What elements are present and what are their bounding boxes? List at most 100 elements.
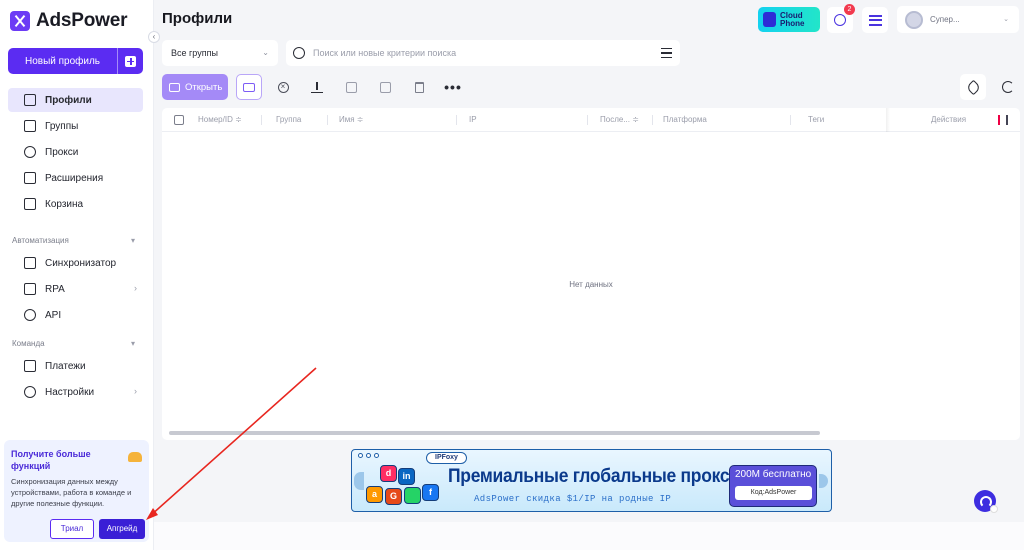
sidebar-item-label: Группы bbox=[45, 120, 79, 132]
select-all-checkbox[interactable] bbox=[174, 115, 184, 125]
app-icons: d in a G f bbox=[362, 462, 442, 510]
offer-box: 200М бесплатно Код:AdsPower bbox=[729, 465, 817, 507]
move-group-button[interactable] bbox=[338, 74, 364, 100]
sidebar-item-groups[interactable]: Группы bbox=[8, 114, 143, 138]
group-select-value: Все группы bbox=[171, 48, 218, 58]
window-icon bbox=[243, 82, 255, 92]
move-icon bbox=[345, 81, 357, 93]
upgrade-promo: Получите больше функций Синхронизация да… bbox=[4, 440, 149, 542]
sidebar-item-rpa[interactable]: RPA › bbox=[8, 277, 143, 301]
col-actions: Действия bbox=[931, 115, 967, 124]
offer-code: Код:AdsPower bbox=[735, 486, 812, 500]
browser-icon bbox=[169, 82, 180, 92]
collapse-sidebar-button[interactable]: ‹ bbox=[148, 31, 160, 43]
sidebar-item-label: Платежи bbox=[45, 360, 86, 372]
col-tags[interactable]: Теги bbox=[808, 108, 824, 132]
sidebar-item-settings[interactable]: Настройки › bbox=[8, 380, 143, 404]
payment-icon bbox=[24, 360, 36, 372]
more-icon: ••• bbox=[444, 79, 462, 95]
chevron-down-icon[interactable]: ▾ bbox=[131, 236, 135, 245]
search-input[interactable] bbox=[313, 48, 643, 58]
add-profile-icon[interactable] bbox=[118, 48, 143, 74]
delete-button[interactable] bbox=[406, 74, 432, 100]
chevron-down-icon: ⌄ bbox=[262, 48, 269, 57]
profiles-table: Номер/ID ≑ Группа Имя ≑ IP После... ≑ Пл… bbox=[162, 108, 1020, 440]
refresh-icon bbox=[1002, 81, 1014, 93]
sidebar-item-label: Профили bbox=[45, 94, 92, 106]
upgrade-button[interactable]: Апгрейд bbox=[99, 519, 145, 539]
phone-icon bbox=[763, 12, 776, 27]
footer-bar bbox=[154, 522, 1024, 550]
avatar bbox=[905, 10, 923, 29]
promo-text: Синхронизация данных между устройствами,… bbox=[11, 477, 132, 508]
user-menu[interactable]: Супер... ⌄ bbox=[897, 6, 1019, 33]
support-status-icon bbox=[990, 505, 998, 513]
robot-icon bbox=[24, 283, 36, 295]
sidebar-item-api[interactable]: API bbox=[8, 303, 143, 327]
divider bbox=[261, 115, 262, 125]
section-automation[interactable]: Автоматизация bbox=[12, 236, 69, 245]
tiktok-icon: d bbox=[380, 465, 397, 482]
promo-banner[interactable]: IPFoxy d in a G f Премиальные глобальные… bbox=[351, 449, 832, 512]
trash-icon bbox=[24, 198, 36, 210]
divider bbox=[327, 115, 328, 125]
search-bar[interactable] bbox=[286, 40, 680, 66]
col-name[interactable]: Имя ≑ bbox=[339, 108, 364, 132]
sidebar-item-trash[interactable]: Корзина bbox=[8, 192, 143, 216]
divider bbox=[790, 115, 791, 125]
col-ip[interactable]: IP bbox=[469, 108, 477, 132]
group-select[interactable]: Все группы ⌄ bbox=[162, 40, 278, 66]
amazon-icon: a bbox=[366, 486, 383, 503]
share-button[interactable] bbox=[372, 74, 398, 100]
refresh-button[interactable] bbox=[995, 74, 1021, 100]
sidebar-item-synchronizer[interactable]: Синхронизатор bbox=[8, 251, 143, 275]
filter-icon[interactable] bbox=[661, 48, 672, 58]
sidebar-item-label: Корзина bbox=[45, 198, 84, 210]
cloud-phone-label: Cloud Phone bbox=[780, 10, 805, 28]
export-button[interactable] bbox=[304, 74, 330, 100]
tag-icon bbox=[965, 79, 981, 95]
new-profile-button[interactable]: Новый профиль bbox=[8, 48, 143, 74]
open-button[interactable]: Открыть bbox=[162, 74, 228, 100]
col-number-id[interactable]: Номер/ID ≑ bbox=[198, 108, 242, 132]
notifications-button[interactable]: 2 bbox=[827, 4, 855, 33]
open-label: Открыть bbox=[185, 81, 223, 93]
promo-title: Получите больше функций bbox=[11, 449, 91, 471]
tags-button[interactable] bbox=[960, 74, 986, 100]
col-group[interactable]: Группа bbox=[276, 108, 301, 132]
list-icon bbox=[868, 14, 882, 26]
globe-icon bbox=[24, 146, 36, 158]
sidebar-item-proxy[interactable]: Прокси bbox=[8, 140, 143, 164]
caret-icon: ⌄ bbox=[1003, 16, 1009, 23]
whatsapp-icon bbox=[404, 487, 421, 504]
chevron-right-icon: › bbox=[134, 283, 137, 293]
batch-open-button[interactable] bbox=[236, 74, 262, 100]
plug-icon bbox=[24, 309, 36, 321]
chevron-down-icon[interactable]: ▾ bbox=[131, 339, 135, 348]
notification-badge: 2 bbox=[844, 4, 855, 15]
column-settings-icon[interactable] bbox=[998, 115, 1008, 125]
col-platform[interactable]: Платформа bbox=[663, 108, 707, 132]
horizontal-scrollbar[interactable] bbox=[169, 431, 820, 435]
share-icon bbox=[379, 81, 391, 93]
banner-headline: Премиальные глобальные прокси bbox=[448, 466, 740, 487]
adspower-logo-icon bbox=[10, 11, 30, 31]
trial-button[interactable]: Триал bbox=[50, 519, 94, 539]
sidebar-item-payments[interactable]: Платежи bbox=[8, 354, 143, 378]
section-team[interactable]: Команда bbox=[12, 339, 45, 348]
more-button[interactable]: ••• bbox=[440, 74, 466, 100]
logo[interactable]: AdsPower bbox=[10, 10, 128, 32]
divider bbox=[652, 115, 653, 125]
cloud-phone-button[interactable]: Cloud Phone bbox=[758, 7, 820, 32]
close-profiles-button[interactable]: × bbox=[270, 74, 296, 100]
close-icon: × bbox=[277, 81, 289, 93]
sidebar-item-profiles[interactable]: Профили bbox=[8, 88, 143, 112]
divider bbox=[456, 115, 457, 125]
col-last-open[interactable]: После... ≑ bbox=[600, 108, 639, 132]
sidebar-item-extensions[interactable]: Расширения bbox=[8, 166, 143, 190]
puzzle-icon bbox=[24, 172, 36, 184]
google-icon: G bbox=[385, 488, 402, 505]
pinned-column-shadow bbox=[886, 108, 890, 132]
rocket-icon bbox=[128, 452, 142, 462]
task-list-button[interactable] bbox=[862, 7, 888, 33]
